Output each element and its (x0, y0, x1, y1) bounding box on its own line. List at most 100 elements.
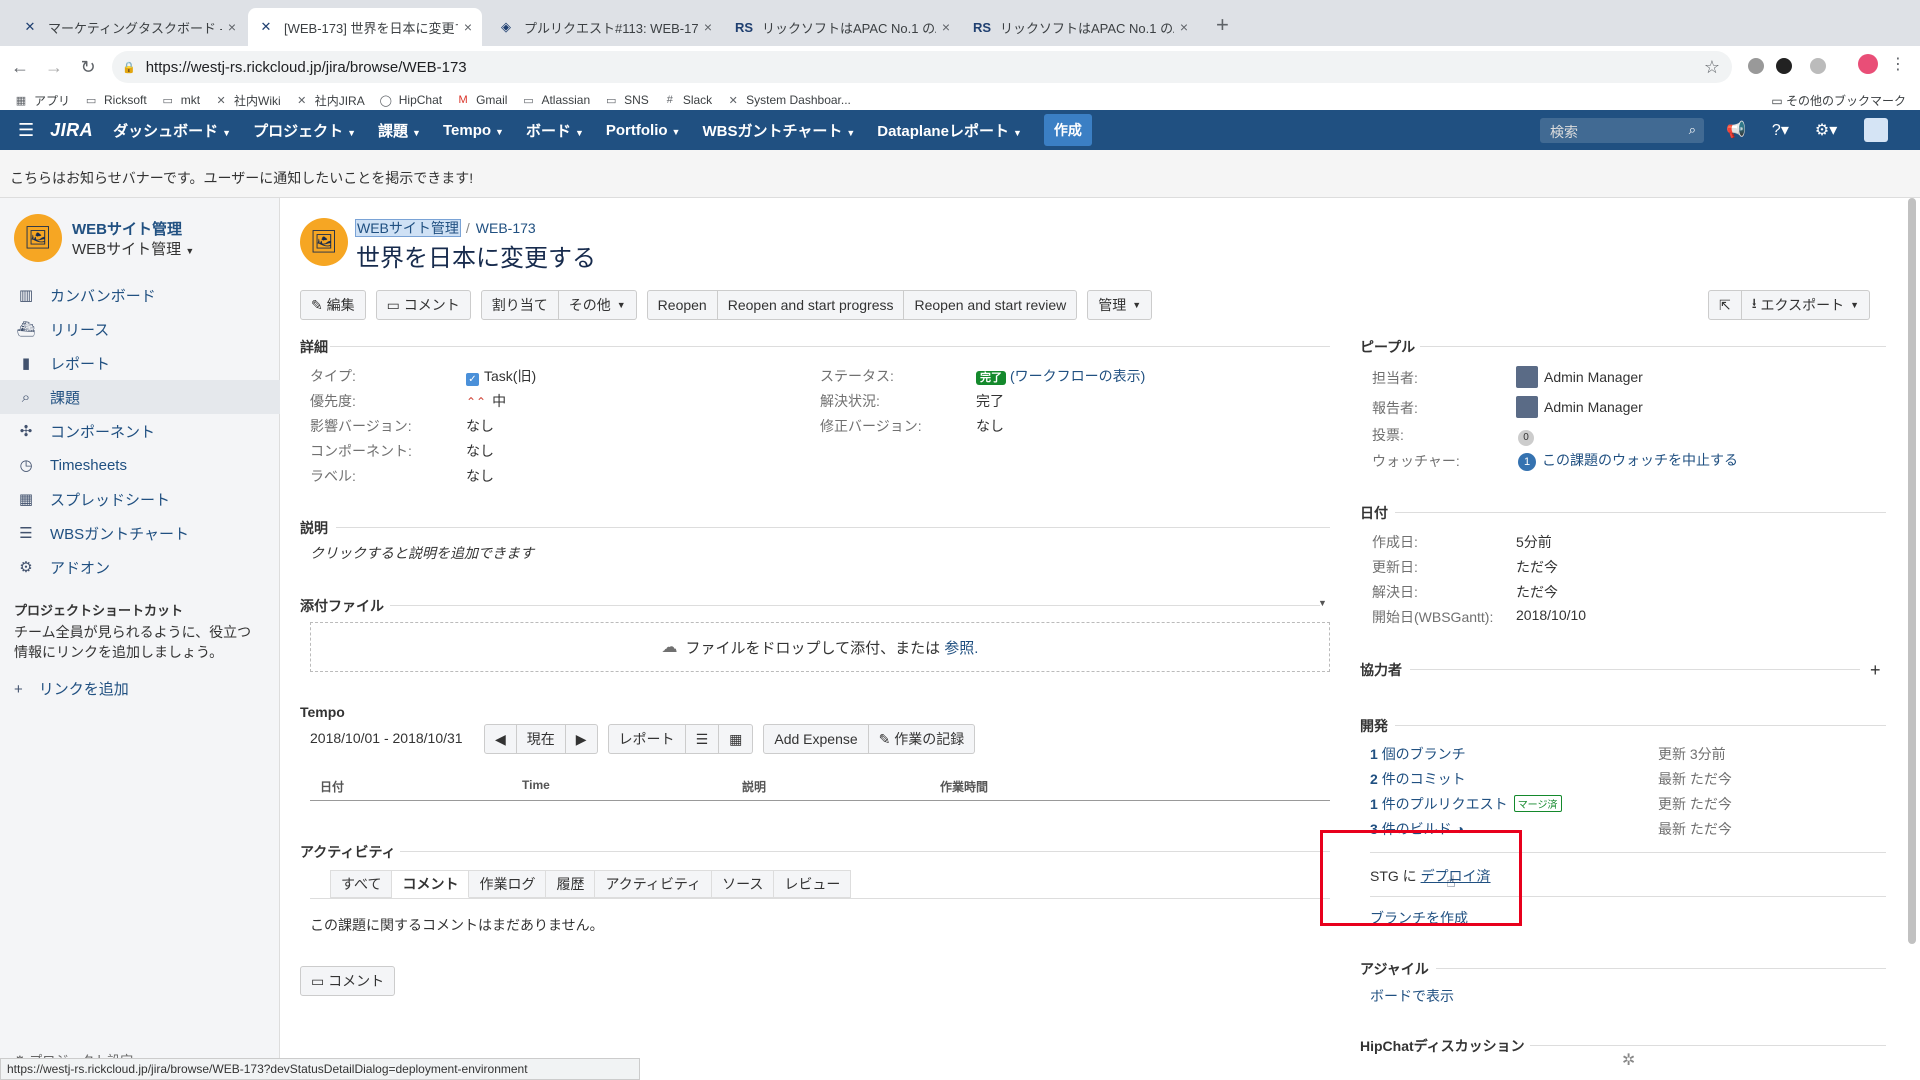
new-tab-icon[interactable]: + (1216, 12, 1229, 38)
edit-button[interactable]: ✎ 編集 (300, 290, 366, 320)
tab-review[interactable]: レビュー (774, 870, 852, 898)
issue-title[interactable]: 世界を日本に変更する (356, 238, 596, 273)
star-icon[interactable]: ☆ (1704, 57, 1720, 78)
log-work-button[interactable]: ✎ 作業の記録 (868, 724, 976, 754)
url-input[interactable]: 🔒 https://westj-rs.rickcloud.jp/jira/bro… (112, 51, 1732, 83)
grid-view-button[interactable]: ▦ (719, 724, 754, 754)
bookmark-item[interactable]: ▭ Atlassian (521, 93, 590, 107)
forward-icon[interactable]: → (40, 57, 68, 78)
sidebar-item-timesheets[interactable]: ◷ Timesheets (0, 448, 280, 482)
back-icon[interactable]: ← (6, 57, 34, 78)
sidebar-item-kanban[interactable]: ▥ カンバンボード (0, 278, 280, 312)
sidebar-item-issues[interactable]: ⌕ 課題 (0, 380, 280, 414)
reopen-start-review-button[interactable]: Reopen and start review (904, 290, 1078, 320)
more-button[interactable]: その他 ▼ (558, 290, 637, 320)
announcement-icon[interactable]: 📢 (1726, 120, 1746, 140)
user-avatar[interactable] (1864, 118, 1888, 142)
sidebar-item-components[interactable]: ✣ コンポーネント (0, 414, 280, 448)
nav-tempo[interactable]: Tempo ▼ (443, 122, 504, 139)
close-icon[interactable]: × (704, 19, 712, 35)
sidebar-item-addons[interactable]: ⚙ アドオン (0, 550, 280, 584)
nav-boards[interactable]: ボード ▼ (526, 120, 584, 141)
nav-issues[interactable]: 課題 ▼ (378, 120, 421, 141)
close-icon[interactable]: × (228, 19, 236, 35)
prev-period-button[interactable]: ◀ (484, 724, 517, 754)
caret-down-icon[interactable]: ▼ (1318, 598, 1327, 608)
admin-button[interactable]: 管理 ▼ (1087, 290, 1153, 320)
jira-logo[interactable]: JIRA (50, 120, 93, 141)
tempo-report-button[interactable]: レポート (607, 724, 686, 754)
bookmark-item[interactable]: ✕ System Dashboar... (726, 93, 851, 107)
nav-wbs-gantt[interactable]: WBSガントチャート ▼ (702, 120, 855, 141)
add-comment-button[interactable]: ▭ コメント (300, 966, 396, 996)
profile-avatar[interactable] (1858, 54, 1878, 74)
bookmark-item[interactable]: ▭ mkt (161, 93, 201, 107)
pullrequests-link[interactable]: 1 件のプルリクエスト マージ済 (1370, 794, 1562, 814)
view-on-board-link[interactable]: ボードで表示 (1370, 986, 1454, 1006)
tab-activity[interactable]: アクティビティ (595, 870, 713, 898)
extension-icon[interactable] (1748, 58, 1764, 74)
other-bookmarks[interactable]: ▭ その他のブックマーク (1771, 92, 1906, 109)
bookmark-item[interactable]: ▦ アプリ (14, 92, 70, 109)
browser-tab-active[interactable]: ✕ [WEB-173] 世界を日本に変更する × (248, 8, 482, 46)
reload-icon[interactable]: ↻ (74, 57, 102, 78)
sidebar-item-reports[interactable]: ▮ レポート (0, 346, 280, 380)
project-name[interactable]: WEBサイト管理 (72, 218, 182, 239)
current-period-button[interactable]: 現在 (516, 724, 566, 754)
commits-link[interactable]: 2 件のコミット (1370, 769, 1466, 789)
nav-dataplane[interactable]: Dataplaneレポート ▼ (877, 120, 1022, 141)
bookmark-item[interactable]: M Gmail (456, 93, 508, 107)
sidebar-item-releases[interactable]: ⛴ リリース (0, 312, 280, 346)
export-button[interactable]: ⭳ エクスポート ▼ (1741, 290, 1871, 320)
assignee[interactable]: Admin Manager (1516, 366, 1643, 388)
nav-dashboard[interactable]: ダッシュボード ▼ (113, 120, 231, 141)
reopen-start-progress-button[interactable]: Reopen and start progress (717, 290, 905, 320)
bookmark-item[interactable]: ✕ 社内JIRA (295, 92, 365, 109)
tab-worklog[interactable]: 作業ログ (469, 870, 547, 898)
browser-tab[interactable]: RS リックソフトはAPAC No.1 のAtla × (964, 8, 1198, 46)
tab-source[interactable]: ソース (712, 870, 775, 898)
watchers-count[interactable]: 1 (1518, 453, 1536, 471)
votes-count[interactable]: 0 (1518, 427, 1534, 446)
stop-watching-link[interactable]: この課題のウォッチを中止する (1542, 452, 1738, 468)
nav-portfolio[interactable]: Portfolio ▼ (606, 122, 681, 139)
reporter[interactable]: Admin Manager (1516, 396, 1643, 418)
create-button[interactable]: 作成 (1043, 114, 1092, 146)
next-period-button[interactable]: ▶ (565, 724, 598, 754)
bookmark-item[interactable]: ✕ 社内Wiki (214, 92, 280, 109)
bookmark-item[interactable]: # Slack (663, 93, 712, 107)
add-collaborator-icon[interactable]: + (1870, 660, 1881, 681)
reopen-button[interactable]: Reopen (646, 290, 718, 320)
page-scrollbar[interactable] (1908, 198, 1916, 944)
bookmark-item[interactable]: ◯ HipChat (379, 93, 443, 107)
description-field[interactable]: クリックすると説明を追加できます (310, 543, 534, 563)
tab-history[interactable]: 履歴 (546, 870, 596, 898)
browser-tab[interactable]: ◈ プルリクエスト#113: WEB-173 - × (488, 8, 722, 46)
breadcrumb-issue-key[interactable]: WEB-173 (476, 220, 536, 236)
hamburger-icon[interactable]: ☰ (18, 120, 34, 141)
nav-projects[interactable]: プロジェクト ▼ (253, 120, 356, 141)
branches-link[interactable]: 1 個のブランチ (1370, 744, 1466, 764)
sidebar-item-wbs-gantt[interactable]: ☰ WBSガントチャート (0, 516, 280, 550)
extension-icon[interactable] (1776, 58, 1792, 74)
bookmark-item[interactable]: ▭ Ricksoft (84, 93, 147, 107)
add-link-button[interactable]: + リンクを追加 (14, 678, 129, 699)
share-button[interactable]: ⇱ (1708, 290, 1742, 320)
close-icon[interactable]: × (464, 19, 472, 35)
search-input[interactable]: 検索 ⌕ (1540, 118, 1704, 143)
menu-icon[interactable]: ⋮ (1890, 54, 1906, 74)
gear-icon[interactable]: ⚙▾ (1815, 120, 1837, 140)
breadcrumb-project[interactable]: WEBサイト管理 (355, 219, 461, 237)
add-expense-button[interactable]: Add Expense (763, 724, 869, 754)
tab-comments[interactable]: コメント (392, 870, 470, 898)
close-icon[interactable]: × (942, 19, 950, 35)
project-switcher[interactable]: WEBサイト管理 ▼ (72, 238, 194, 259)
tab-all[interactable]: すべて (330, 870, 393, 898)
sidebar-item-spreadsheet[interactable]: ▦ スプレッドシート (0, 482, 280, 516)
close-icon[interactable]: × (1180, 19, 1188, 35)
project-avatar[interactable]: 🖼 (14, 214, 62, 262)
assign-button[interactable]: 割り当て (480, 290, 559, 320)
browser-tab[interactable]: ✕ マーケティングタスクボード - ア × (12, 8, 246, 46)
workflow-link[interactable]: (ワークフローの表示) (1010, 368, 1145, 384)
list-view-button[interactable]: ☰ (685, 724, 720, 754)
